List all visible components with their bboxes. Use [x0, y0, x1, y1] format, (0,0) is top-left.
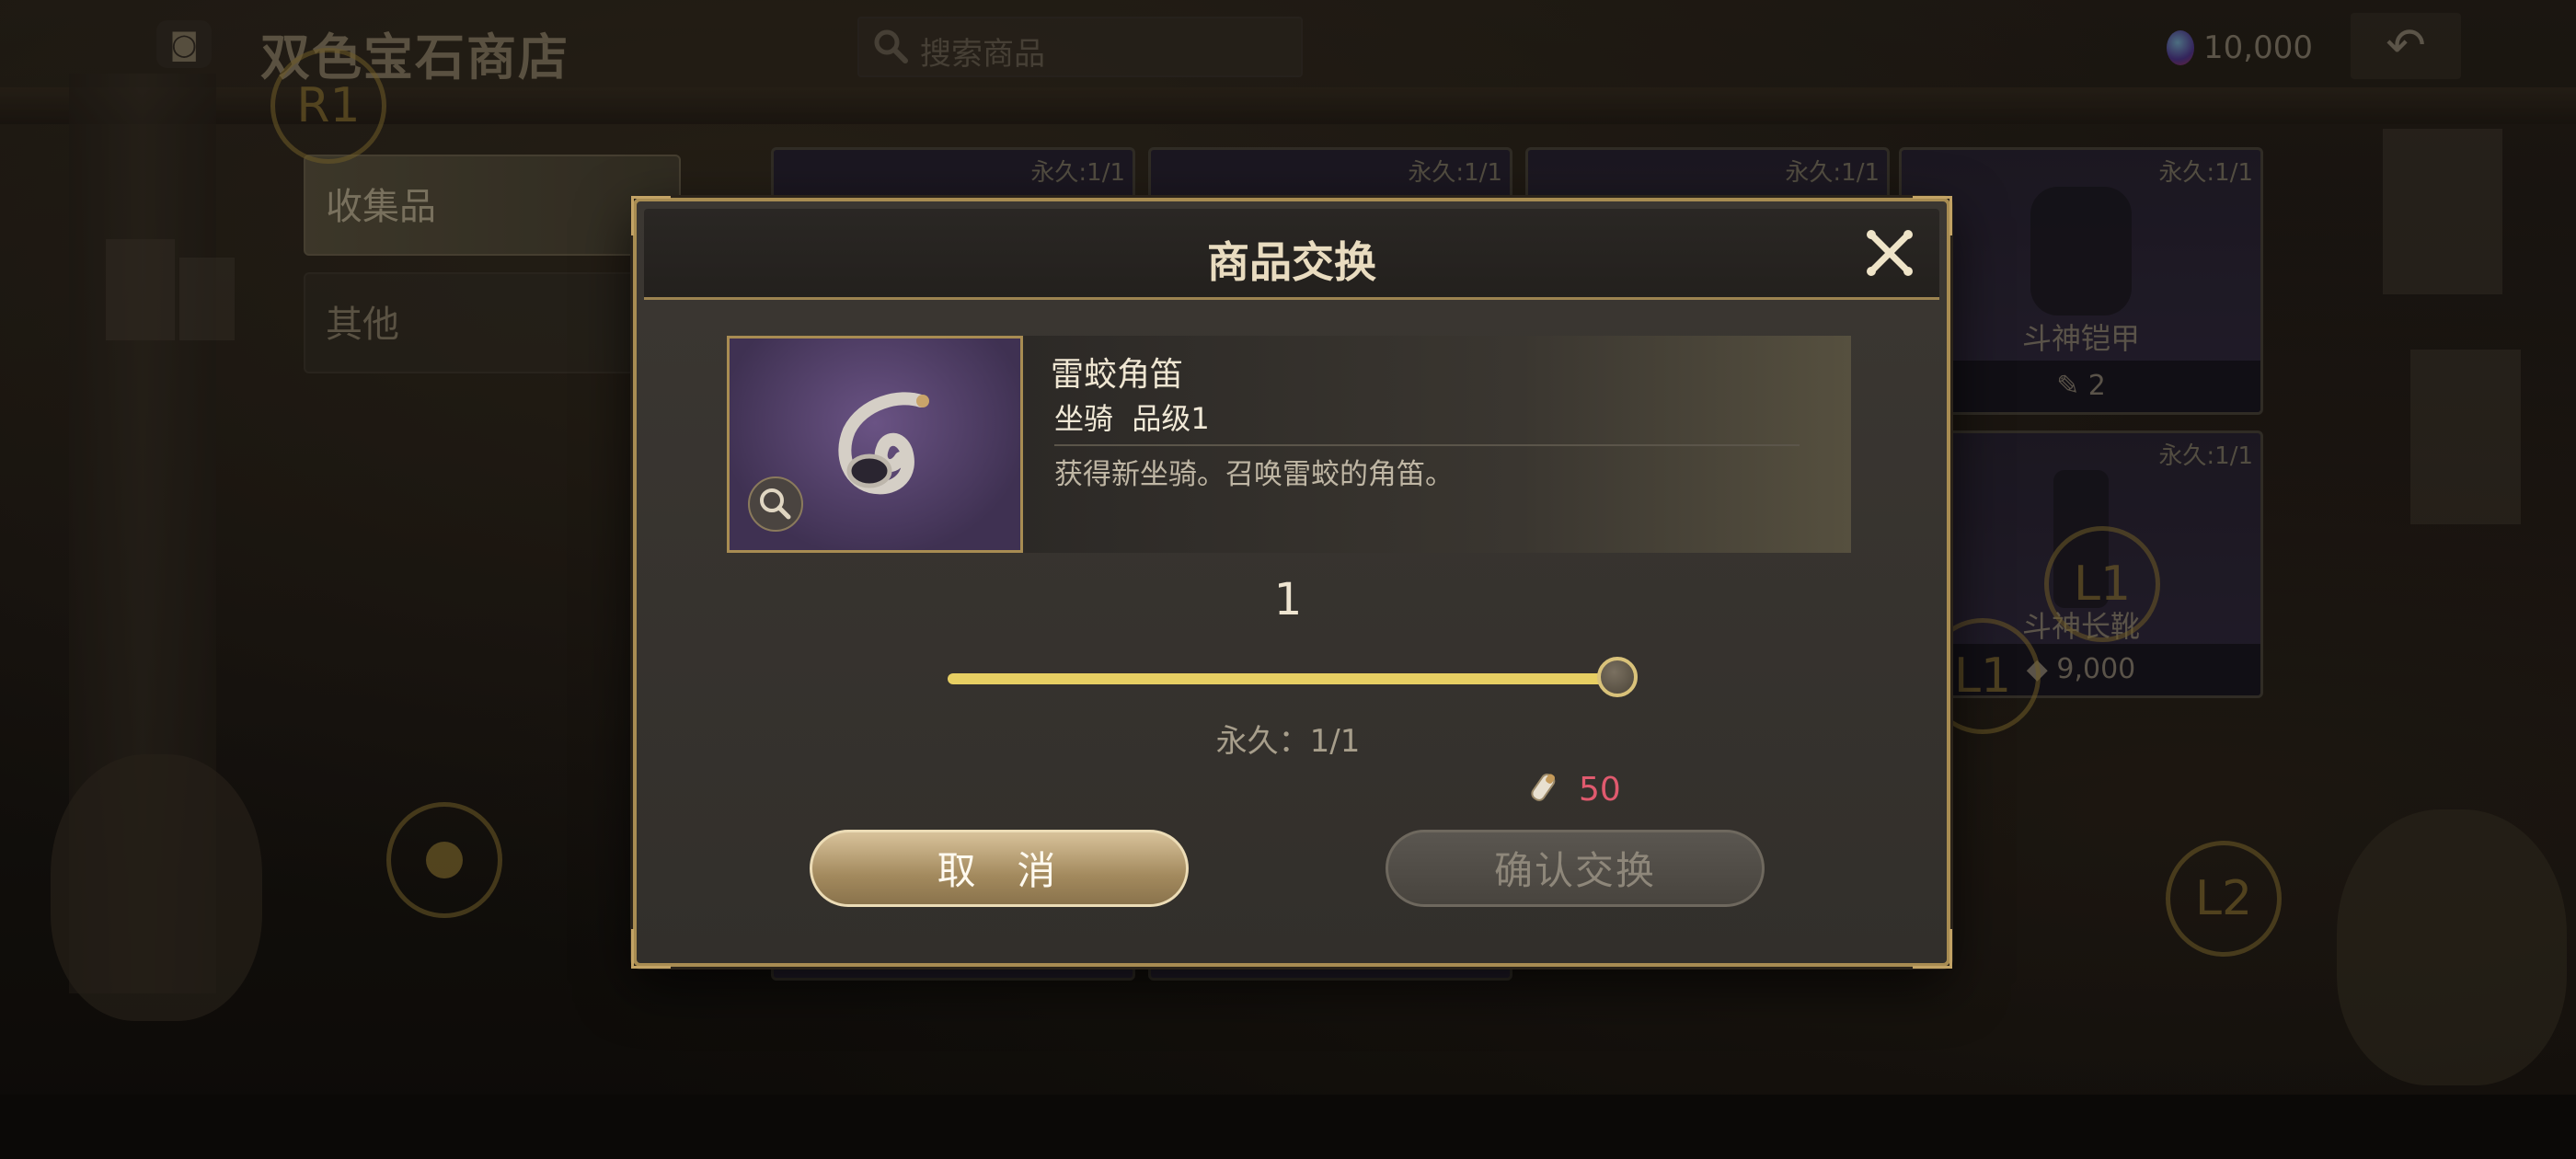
frame-corner-ornament: [631, 929, 671, 969]
zoom-button[interactable]: [748, 476, 803, 532]
divider: [1054, 444, 1800, 446]
cancel-button[interactable]: 取 消: [810, 830, 1189, 907]
item-description: 获得新坐骑。召唤雷蛟的角笛。: [1054, 458, 1454, 491]
item-name: 雷蛟角笛: [1051, 356, 1184, 394]
item-type-grade: 坐骑 品级1: [1054, 401, 1210, 436]
horn-icon: [838, 392, 929, 495]
purchase-limit-text: 永久：1/1: [1215, 723, 1361, 760]
quantity-value: 1: [1273, 574, 1303, 625]
magnifier-icon: [760, 488, 791, 520]
item-image-frame: [727, 336, 1023, 553]
frame-corner-ornament: [1913, 929, 1952, 969]
confirm-exchange-button[interactable]: 确认交换: [1386, 830, 1765, 907]
slider-handle[interactable]: [1597, 657, 1638, 697]
cost-amount: 50: [1579, 770, 1621, 809]
dialog-header: 商品交换: [644, 209, 1939, 300]
scroll-icon: [1531, 774, 1556, 801]
exchange-cost: 50: [1527, 769, 1621, 809]
quantity-slider[interactable]: [948, 673, 1628, 684]
close-icon[interactable]: [1860, 224, 1919, 282]
dialog-title: 商品交换: [1207, 237, 1376, 287]
